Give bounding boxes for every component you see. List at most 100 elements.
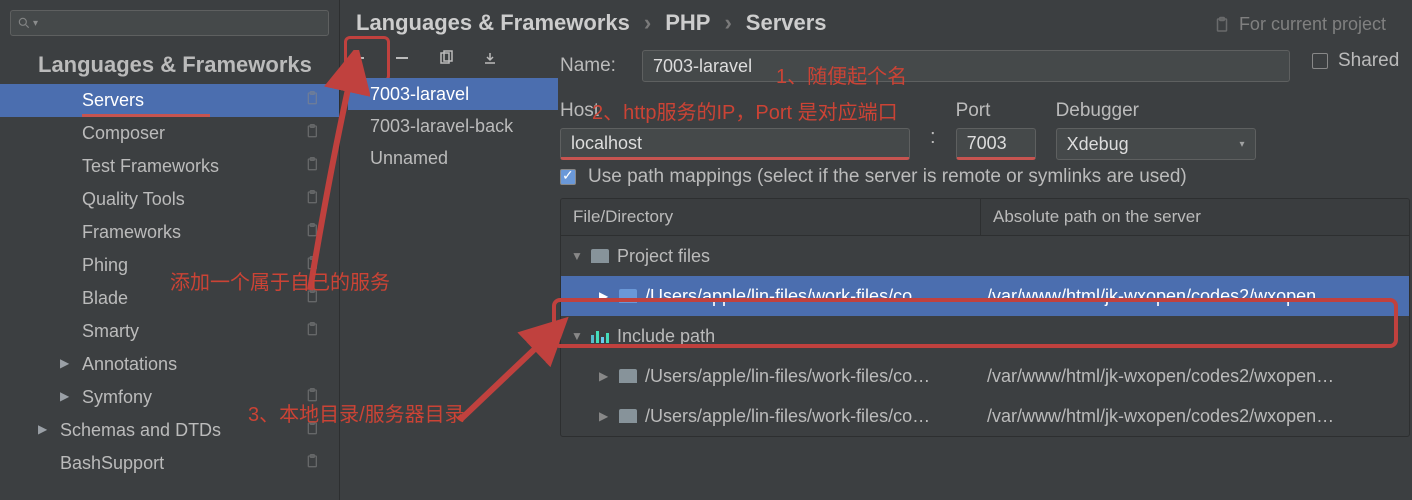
sidebar-item-label: Test Frameworks	[82, 156, 219, 177]
collapse-icon: ▼	[571, 249, 583, 263]
sidebar-item-symfony[interactable]: ▶ Symfony	[0, 381, 339, 414]
sidebar-item-servers[interactable]: Servers	[0, 84, 339, 117]
breadcrumb-sep-icon: ›	[644, 10, 651, 36]
add-server-button[interactable]	[348, 48, 368, 68]
sidebar-item-frameworks[interactable]: Frameworks	[0, 216, 339, 249]
sidebar-item-blade[interactable]: Blade	[0, 282, 339, 315]
row-label: /Users/apple/lin-files/work-files/co…	[645, 406, 930, 427]
shared-checkbox[interactable]: Shared	[1312, 50, 1412, 72]
sidebar-item-test-frameworks[interactable]: Test Frameworks	[0, 150, 339, 183]
sidebar-item-composer[interactable]: Composer	[0, 117, 339, 150]
table-row[interactable]: ▶ /Users/apple/lin-files/work-files/co… /v…	[561, 276, 1409, 316]
checkbox-icon	[1312, 53, 1328, 69]
path-mapping-table: File/Directory Absolute path on the serv…	[560, 198, 1410, 437]
server-toolbar	[348, 48, 500, 68]
sidebar-item-label: Blade	[82, 288, 128, 309]
expand-icon: ▶	[599, 369, 611, 383]
row-label: Project files	[617, 246, 710, 267]
host-field[interactable]: localhost	[560, 128, 910, 160]
expand-icon: ▶	[599, 409, 611, 423]
search-options-chevron-icon[interactable]	[33, 18, 38, 29]
port-label: Port	[956, 100, 1036, 122]
row-path: /var/www/html/jk-wxopen/codes2/wxopen…	[981, 406, 1409, 427]
expand-icon: ▶	[38, 422, 47, 436]
settings-scope-icon	[305, 289, 321, 309]
table-row[interactable]: ▶ /Users/apple/lin-files/work-files/co… /v…	[561, 356, 1409, 396]
folder-icon	[619, 289, 637, 303]
row-path: /var/www/html/jk-wxopen/codes2/wxopen…	[981, 286, 1409, 307]
table-row[interactable]: ▼ Include path	[561, 316, 1409, 356]
debugger-label: Debugger	[1056, 100, 1256, 122]
folder-icon	[591, 249, 609, 263]
sidebar-item-phing[interactable]: Phing	[0, 249, 339, 282]
settings-scope-icon	[305, 388, 321, 408]
host-label: Host	[560, 100, 910, 122]
table-row[interactable]: ▶ /Users/apple/lin-files/work-files/co… /v…	[561, 396, 1409, 436]
sidebar-item-label: BashSupport	[60, 453, 164, 474]
scope-indicator: For current project	[1213, 14, 1386, 35]
breadcrumb-php: PHP	[665, 10, 710, 36]
settings-scope-icon	[305, 322, 321, 342]
sidebar-item-bashsupport[interactable]: BashSupport	[0, 447, 339, 480]
name-label: Name:	[560, 55, 642, 77]
folder-icon	[619, 409, 637, 423]
sidebar-item-label: Composer	[82, 123, 165, 144]
table-row[interactable]: ▼ Project files	[561, 236, 1409, 276]
colon: :	[930, 100, 936, 149]
row-label: /Users/apple/lin-files/work-files/co…	[645, 286, 930, 307]
sidebar-item-annotations[interactable]: ▶ Annotations	[0, 348, 339, 381]
row-label: Include path	[617, 326, 715, 347]
sidebar-item-label: Smarty	[82, 321, 139, 342]
expand-icon: ▶	[60, 356, 69, 370]
sidebar-item-label: Schemas and DTDs	[60, 420, 221, 441]
breadcrumb-servers: Servers	[746, 10, 827, 36]
path-mappings-checkbox[interactable]: Use path mappings (select if the server …	[560, 166, 1410, 188]
settings-scope-icon	[305, 256, 321, 276]
sidebar-item-label: Phing	[82, 255, 128, 276]
table-col-abs[interactable]: Absolute path on the server	[981, 199, 1409, 235]
name-field[interactable]: 7003-laravel	[642, 50, 1290, 82]
debugger-select[interactable]: Xdebug	[1056, 128, 1256, 160]
breadcrumb-root: Languages & Frameworks	[356, 10, 630, 36]
row-path: /var/www/html/jk-wxopen/codes2/wxopen…	[981, 366, 1409, 387]
server-item[interactable]: 7003-laravel-back	[348, 110, 558, 142]
sidebar-item-schemas-and-dtds[interactable]: ▶ Schemas and DTDs	[0, 414, 339, 447]
settings-scope-icon	[305, 157, 321, 177]
settings-scope-icon	[305, 124, 321, 144]
sidebar-item-quality-tools[interactable]: Quality Tools	[0, 183, 339, 216]
include-path-icon	[591, 329, 609, 343]
sidebar-item-label: Quality Tools	[82, 189, 185, 210]
table-col-file[interactable]: File/Directory	[561, 199, 981, 235]
copy-server-button[interactable]	[436, 48, 456, 68]
settings-scope-icon	[305, 454, 321, 474]
settings-scope-icon	[305, 190, 321, 210]
settings-sidebar: Languages & Frameworks Servers Composer Te…	[0, 0, 340, 500]
import-button[interactable]	[480, 48, 500, 68]
settings-scope-icon	[305, 421, 321, 441]
search-icon	[17, 16, 31, 30]
settings-scope-icon	[305, 223, 321, 243]
server-item[interactable]: 7003-laravel	[348, 78, 558, 110]
row-label: /Users/apple/lin-files/work-files/co…	[645, 366, 930, 387]
sidebar-item-label: Annotations	[82, 354, 177, 375]
port-field[interactable]: 7003	[956, 128, 1036, 160]
collapse-icon: ▼	[571, 329, 583, 343]
server-item[interactable]: Unnamed	[348, 142, 558, 174]
chevron-down-icon	[1240, 139, 1245, 150]
remove-server-button[interactable]	[392, 48, 412, 68]
sidebar-item-label: Symfony	[82, 387, 152, 408]
breadcrumb: Languages & Frameworks › PHP › Servers	[356, 10, 827, 36]
sidebar-item-label: Servers	[82, 90, 144, 111]
search-input[interactable]	[10, 10, 329, 36]
expand-icon: ▶	[599, 289, 611, 303]
settings-scope-icon	[305, 91, 321, 111]
clipboard-icon	[1213, 16, 1231, 34]
expand-icon: ▶	[60, 389, 69, 403]
sidebar-item-smarty[interactable]: Smarty	[0, 315, 339, 348]
server-list: 7003-laravel7003-laravel-backUnnamed	[348, 78, 558, 174]
sidebar-section-title: Languages & Frameworks	[0, 48, 339, 84]
sidebar-item-label: Frameworks	[82, 222, 181, 243]
breadcrumb-sep-icon: ›	[724, 10, 731, 36]
checkbox-checked-icon	[560, 169, 576, 185]
folder-icon	[619, 369, 637, 383]
